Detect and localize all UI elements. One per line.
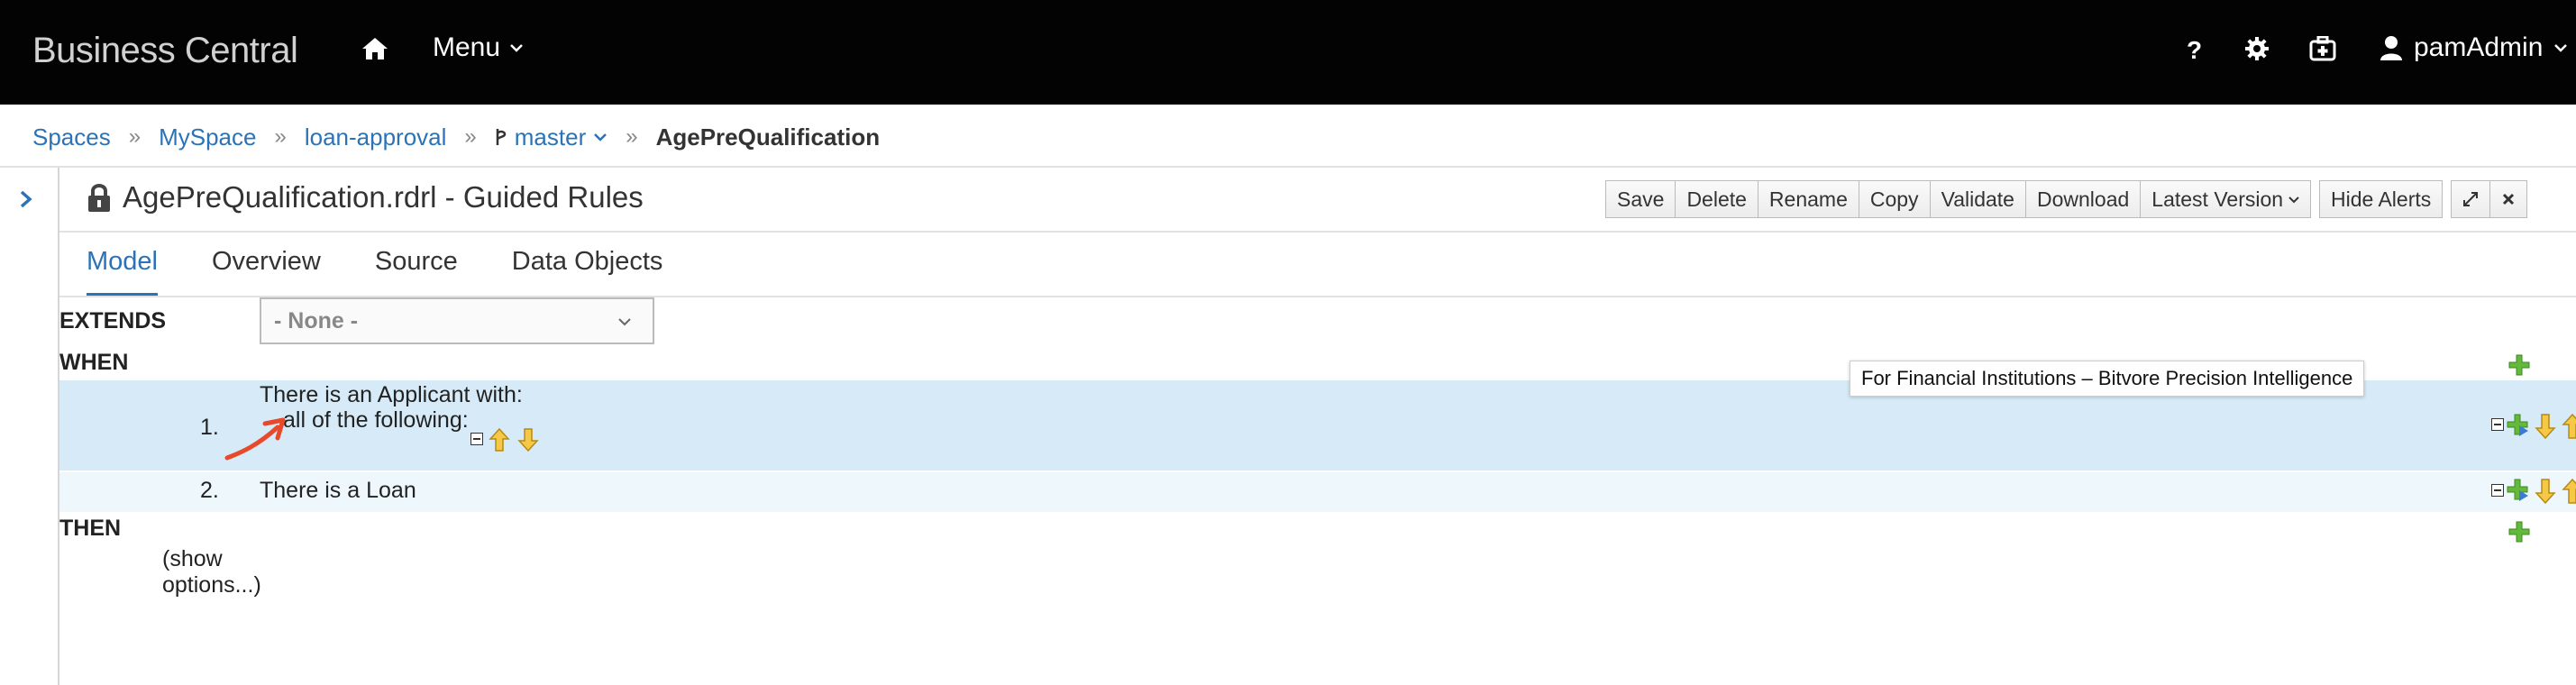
tab-data-objects[interactable]: Data Objects <box>512 247 663 297</box>
hide-alerts-button[interactable]: Hide Alerts <box>2319 180 2444 218</box>
user-icon <box>2380 36 2402 60</box>
remove-condition-icon[interactable] <box>2491 484 2504 497</box>
remove-condition-icon[interactable] <box>2491 418 2504 431</box>
chevron-down-icon <box>618 318 631 326</box>
brand-logo[interactable]: Business Central <box>32 31 298 71</box>
move-down-icon[interactable] <box>2535 478 2556 505</box>
breadcrumb-separator: » <box>274 124 287 149</box>
extends-select-value: - None - <box>274 307 359 333</box>
condition-number: 1. <box>200 415 219 440</box>
latest-version-dropdown[interactable]: Latest Version <box>2140 180 2312 218</box>
add-condition-icon[interactable] <box>2507 353 2531 377</box>
annotation-arrow-icon <box>224 417 286 461</box>
composite-constraint[interactable]: all of the following: <box>283 407 469 434</box>
chevron-down-icon <box>2288 196 2299 203</box>
close-button[interactable] <box>2489 180 2528 218</box>
editor-title-text: AgePreQualification.rdrl - Guided Rules <box>123 180 644 214</box>
editor-toolbar: Save Delete Rename Copy Validate Downloa… <box>1605 180 2528 218</box>
tooltip: For Financial Institutions – Bitvore Pre… <box>1850 361 2365 397</box>
condition-row <box>59 472 2576 512</box>
show-options-link[interactable]: (show options...) <box>162 546 261 598</box>
gear-icon[interactable] <box>2244 36 2270 68</box>
latest-version-label: Latest Version <box>2151 187 2284 211</box>
breadcrumb-separator: » <box>626 124 638 149</box>
branch-name: master <box>514 123 587 151</box>
divider <box>0 166 2576 168</box>
save-button[interactable]: Save <box>1605 180 1676 218</box>
remove-constraint-icon[interactable] <box>470 433 483 445</box>
validate-button[interactable]: Validate <box>1929 180 2026 218</box>
condition-pattern[interactable]: There is an Applicant with: <box>260 382 523 408</box>
tab-model[interactable]: Model <box>87 247 158 297</box>
expand-panel-icon[interactable] <box>18 189 34 214</box>
breadcrumb-separator: » <box>464 124 477 149</box>
move-up-icon[interactable] <box>2562 478 2576 505</box>
editor-title: AgePreQualification.rdrl - Guided Rules <box>87 180 644 215</box>
move-up-icon[interactable] <box>2562 413 2576 440</box>
download-button[interactable]: Download <box>2024 180 2142 218</box>
add-action-icon[interactable] <box>2507 520 2531 543</box>
user-name: pamAdmin <box>2414 32 2544 62</box>
chevron-down-icon <box>510 44 523 52</box>
breadcrumb-project[interactable]: loan-approval <box>305 123 447 151</box>
condition-pattern[interactable]: There is a Loan <box>260 478 416 504</box>
expand-icon <box>2463 192 2479 206</box>
maximize-button[interactable] <box>2451 180 2491 218</box>
show-options-line: options...) <box>162 572 261 598</box>
admin-kit-icon[interactable] <box>2309 35 2336 68</box>
branch-icon <box>496 129 507 145</box>
menu-label: Menu <box>433 32 501 62</box>
close-icon <box>2503 193 2515 206</box>
top-navbar: Business Central Menu ? pamAdmin <box>0 0 2576 105</box>
editor-tabs: Model Overview Source Data Objects <box>87 247 717 297</box>
show-options-line: (show <box>162 546 223 571</box>
breadcrumb-separator: » <box>128 124 142 149</box>
chevron-down-icon <box>594 133 607 142</box>
insert-condition-icon[interactable] <box>2506 413 2529 438</box>
then-label: THEN <box>59 516 122 541</box>
tab-source[interactable]: Source <box>375 247 458 297</box>
tab-overview[interactable]: Overview <box>212 247 321 297</box>
help-icon[interactable]: ? <box>2187 36 2202 65</box>
move-down-icon[interactable] <box>2535 413 2556 440</box>
lock-icon[interactable] <box>87 182 112 213</box>
breadcrumb-current: AgePreQualification <box>655 123 881 151</box>
breadcrumb-space[interactable]: MySpace <box>159 123 256 151</box>
rename-button[interactable]: Rename <box>1757 180 1859 218</box>
left-panel-collapsed <box>0 168 59 685</box>
insert-condition-icon[interactable] <box>2506 478 2529 503</box>
chevron-down-icon <box>2554 44 2568 52</box>
extends-select[interactable]: - None - <box>260 297 654 344</box>
menu-dropdown[interactable]: Menu <box>433 32 524 63</box>
home-icon[interactable] <box>361 36 389 66</box>
user-menu[interactable]: pamAdmin <box>2380 32 2568 63</box>
breadcrumb-spaces[interactable]: Spaces <box>32 123 111 151</box>
when-label: WHEN <box>59 350 129 375</box>
copy-button[interactable]: Copy <box>1858 180 1931 218</box>
branch-selector[interactable]: master <box>495 123 607 151</box>
move-up-icon[interactable] <box>489 427 510 452</box>
extends-label: EXTENDS <box>59 308 167 333</box>
condition-number: 2. <box>200 478 219 503</box>
move-down-icon[interactable] <box>517 427 539 452</box>
divider <box>59 231 2576 233</box>
breadcrumb: Spaces » MySpace » loan-approval » maste… <box>32 123 880 151</box>
delete-button[interactable]: Delete <box>1675 180 1758 218</box>
